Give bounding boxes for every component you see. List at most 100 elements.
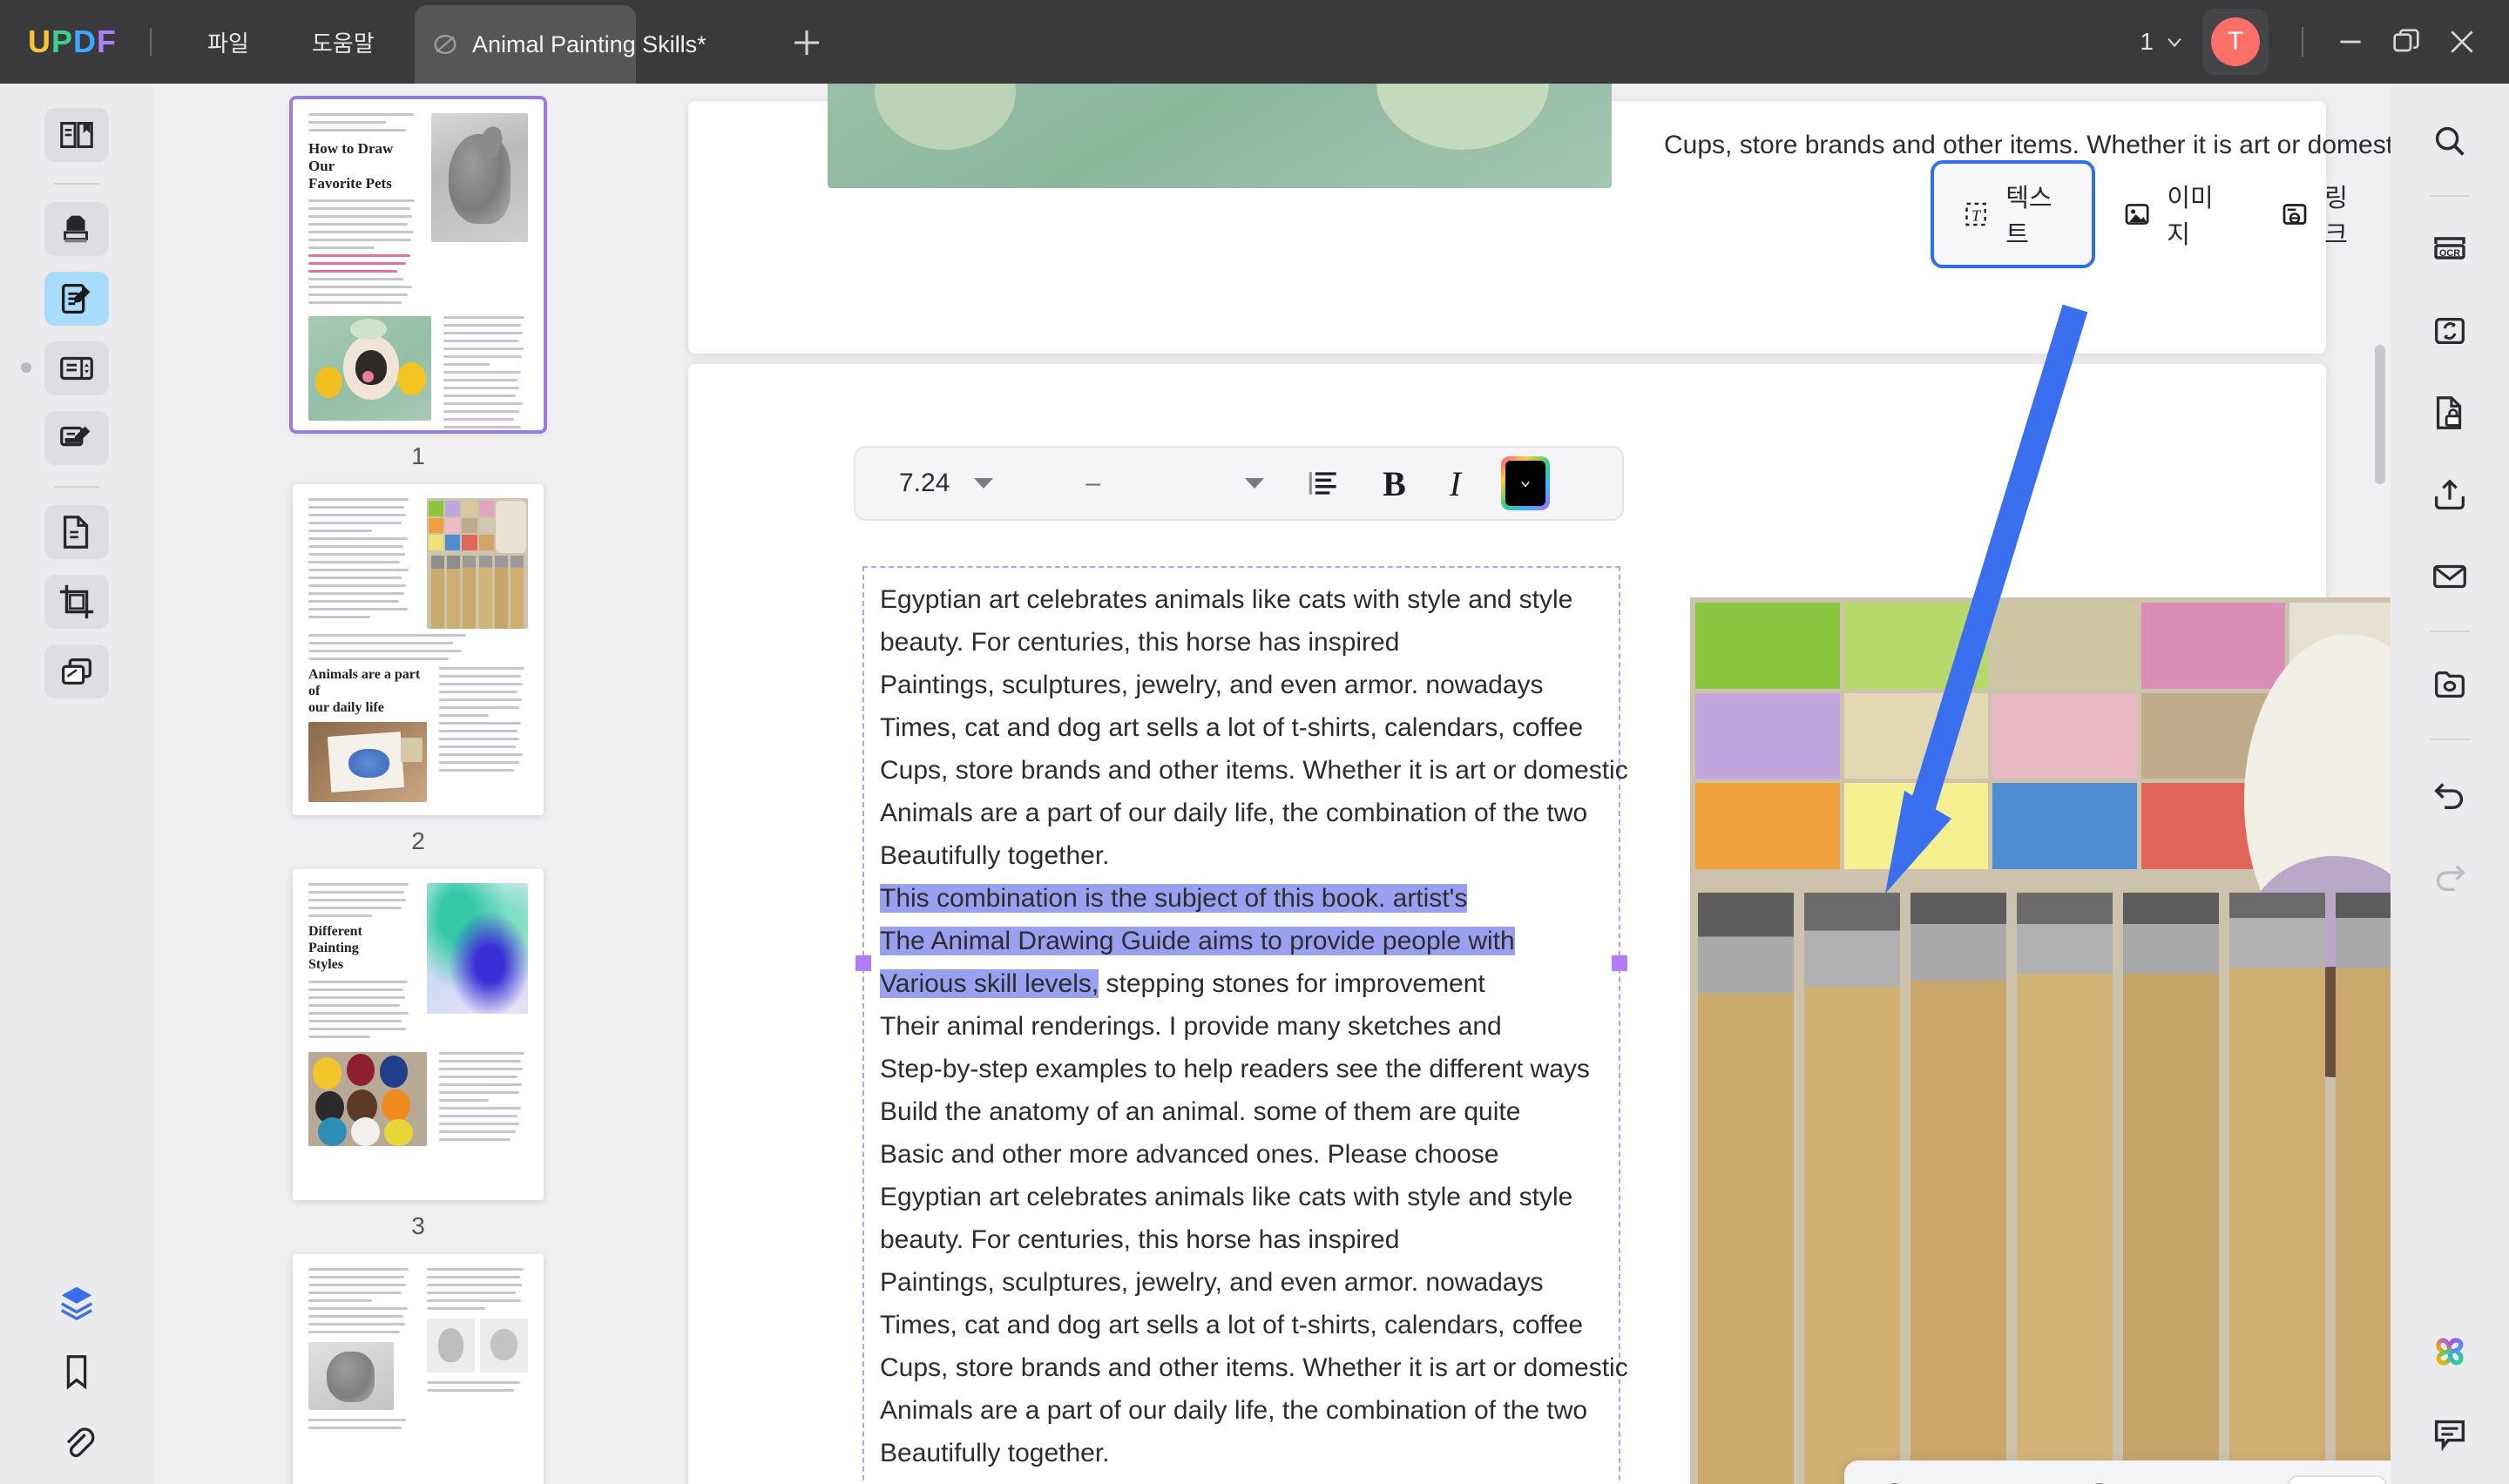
thumb3-heading: Different Painting Styles [308, 924, 362, 972]
selected-text: This combination is the subject of this … [880, 884, 1468, 913]
font-family-dropdown-icon[interactable] [1245, 478, 1265, 489]
text-line: Paintings, sculptures, jewelry, and even… [880, 1268, 1544, 1297]
redo-icon [2436, 865, 2465, 891]
text-line: beauty. For centuries, this horse has in… [880, 628, 1400, 657]
right-item-undo[interactable] [2418, 761, 2481, 824]
align-left-icon[interactable] [1304, 464, 1342, 503]
text-edit-box[interactable]: Egyptian art celebrates animals like cat… [855, 566, 1628, 1484]
page-card-current[interactable]: 7.24 – B I Egyptian art celebrates anima… [688, 364, 2391, 1484]
menu-help[interactable]: 도움말 [305, 21, 382, 64]
sidebar-item-annotate[interactable] [44, 202, 109, 256]
vertical-scrollbar[interactable] [2375, 345, 2385, 484]
tab-text[interactable]: T 텍스트 [1931, 160, 2096, 268]
thumb3-watercolor-photo [427, 883, 528, 1014]
bold-button[interactable]: B [1383, 463, 1406, 504]
text-format-toolbar[interactable]: 7.24 – B I [854, 446, 1624, 521]
right-item-share[interactable] [2418, 463, 2481, 526]
account-button[interactable]: T [2202, 9, 2269, 75]
right-item-email[interactable] [2418, 545, 2481, 608]
zoom-navigation-bar[interactable]: 133% 2 / 9 [1844, 1460, 2391, 1484]
thumb4-dog-sketch [308, 1342, 394, 1410]
text-line: Step-by-step examples to help readers se… [880, 1055, 1590, 1083]
right-item-search[interactable] [2418, 110, 2481, 172]
menu-file[interactable]: 파일 [200, 21, 256, 64]
edit-document-icon [62, 284, 91, 314]
close-window-button[interactable] [2434, 14, 2490, 70]
page-thumbnail-panel[interactable]: How to Draw Our Favorite Pets 1 Animals … [153, 84, 683, 1484]
lock-document-icon [2436, 396, 2462, 429]
page-palette-photo [1690, 597, 2391, 1484]
sidebar-item-attachments[interactable] [44, 1414, 109, 1468]
page-count-dropdown[interactable]: 1 [2140, 28, 2187, 56]
minimize-button[interactable] [2323, 14, 2378, 70]
italic-button[interactable]: I [1450, 463, 1461, 504]
first-page-button[interactable] [2161, 1480, 2202, 1484]
sidebar-item-layers-panel[interactable] [44, 1275, 109, 1329]
right-item-protect[interactable] [2418, 381, 2481, 444]
maximize-button[interactable] [2378, 14, 2434, 70]
bookmark-icon [66, 1355, 87, 1390]
text-line: Times, cat and dog art sells a lot of t-… [880, 713, 1584, 742]
document-tab-title: Animal Painting Skills* [472, 30, 707, 57]
crop-icon [59, 584, 94, 619]
logo-letter-d: D [73, 24, 98, 59]
tab-link-label: 링크 [2324, 185, 2348, 249]
text-line: Build the anatomy of an animal. some of … [880, 1097, 1521, 1126]
right-item-redo[interactable] [2418, 843, 2481, 906]
document-tab[interactable]: Animal Painting Skills* [415, 5, 707, 84]
sidebar-item-edit-pdf[interactable] [44, 272, 109, 326]
font-size-dropdown-icon[interactable] [974, 478, 994, 489]
text-line: Beautifully together. [880, 841, 1110, 870]
panel-drag-handle[interactable] [21, 362, 31, 373]
thumbnail-page-2[interactable]: Animals are a part of our daily life 2 [293, 484, 544, 855]
window-divider [2302, 27, 2303, 57]
sidebar-item-sign[interactable] [44, 411, 109, 465]
text-line: Basic and other more advanced ones. Plea… [880, 1140, 1499, 1169]
right-item-ocr[interactable]: OCR [2418, 218, 2481, 280]
text-line: Times, cat and dog art sells a lot of t-… [880, 1311, 1584, 1339]
updf-logo: U P D F [28, 24, 117, 60]
thumb2-butterfly-photo [308, 721, 428, 802]
thumb4-dog-face-1 [427, 1319, 476, 1373]
logo-letter-f: F [97, 24, 118, 59]
convert-icon [2435, 317, 2465, 345]
sidebar-item-pages[interactable] [44, 505, 109, 559]
text-line-selected: The Animal Drawing Guide aims to provide… [880, 920, 1628, 962]
right-item-ai-assistant[interactable] [2418, 1320, 2481, 1383]
zoom-out-button[interactable] [1874, 1480, 1916, 1484]
tab-image[interactable]: 이미지 [2095, 164, 2253, 265]
prev-page-button[interactable] [2223, 1480, 2265, 1484]
text-line: Their animal renderings. I provide many … [880, 1012, 1502, 1041]
resize-handle-left[interactable] [855, 955, 871, 971]
page-number-input[interactable]: 2 / 9 [2287, 1475, 2388, 1484]
thumbnail-page-4[interactable] [293, 1254, 544, 1484]
updf-window: U P D F 파일 도움말 Animal Painting Skills* 1… [0, 0, 2509, 1484]
tab-link[interactable]: 링크 [2253, 164, 2391, 265]
logo-letter-u: U [28, 24, 51, 59]
title-bar: U P D F 파일 도움말 Animal Painting Skills* 1… [0, 0, 2509, 84]
document-view[interactable]: T 텍스트 이미지 링크 Cups, store brands and othe… [683, 84, 2391, 1484]
sidebar-item-reader[interactable] [44, 108, 109, 162]
sidebar-item-bookmarks[interactable] [44, 1345, 109, 1399]
envelope-icon [2433, 564, 2466, 589]
zoom-in-button[interactable] [2079, 1480, 2120, 1484]
sidebar-item-organize[interactable] [44, 644, 109, 698]
sidebar-item-crop[interactable] [44, 575, 109, 629]
thumb1-embroidery-photo [308, 316, 432, 422]
save-icon [2435, 671, 2465, 698]
chevron-down-icon [1521, 481, 1530, 488]
pdf-file-icon [434, 34, 456, 55]
right-item-convert[interactable] [2418, 300, 2481, 362]
thumbnail-page-1[interactable]: How to Draw Our Favorite Pets 1 [293, 99, 544, 470]
text-line-selected: This combination is the subject of this … [880, 877, 1628, 920]
right-item-save[interactable] [2418, 653, 2481, 716]
right-item-comments[interactable] [2418, 1402, 2481, 1465]
sidebar-item-form[interactable] [44, 341, 109, 395]
book-icon [60, 122, 93, 148]
thumbnail-page-3[interactable]: Different Painting Styles 3 [293, 869, 544, 1240]
minus-circle-icon [1890, 1483, 1899, 1484]
text-color-button[interactable] [1501, 456, 1551, 510]
thumb1-dog-sketch [431, 113, 528, 242]
selected-text: The Animal Drawing Guide aims to provide… [880, 927, 1515, 955]
new-tab-icon[interactable] [788, 24, 825, 61]
